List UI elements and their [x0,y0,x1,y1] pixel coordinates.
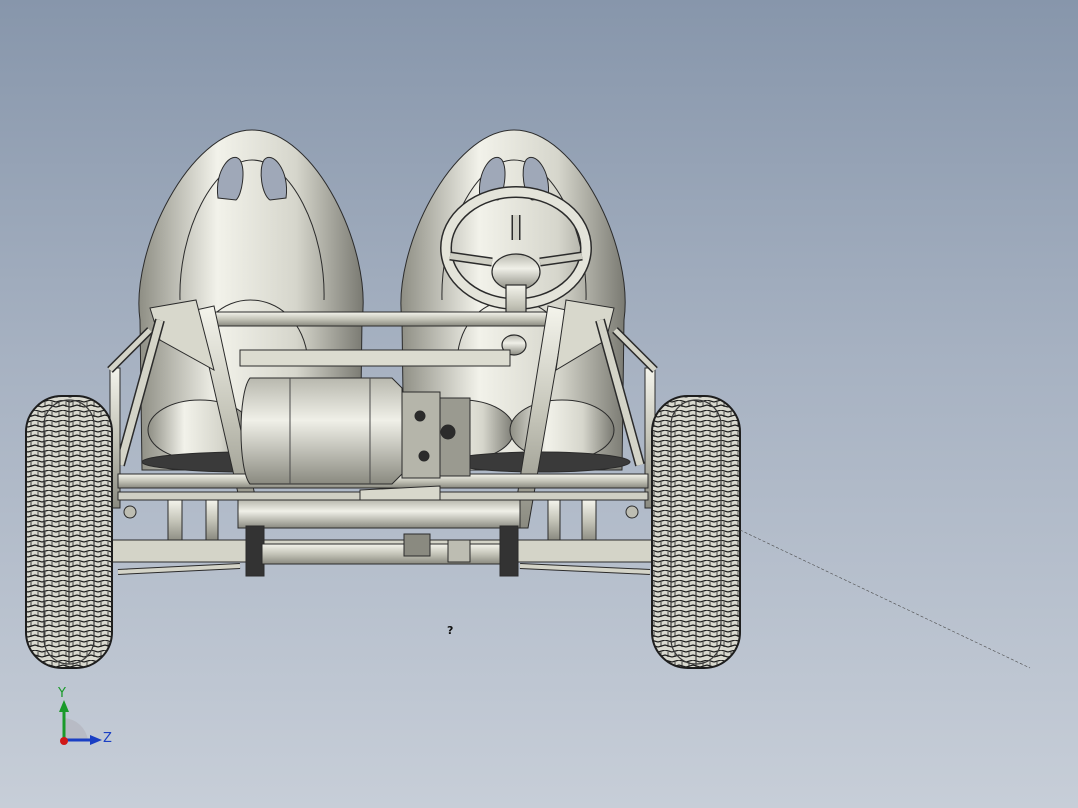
triad-z-label: Z [103,731,112,746]
left-wheel [25,395,113,669]
triad-y-label: Y [58,686,66,701]
construction-line [739,529,1031,669]
right-wheel [651,395,741,669]
question-cursor-icon: ? [447,624,453,637]
orientation-triad-icon[interactable] [40,682,130,762]
go-kart-model[interactable]: ? [0,0,1078,808]
svg-text:?: ? [447,624,453,637]
graphics-viewport[interactable]: ? Y Z [0,0,1078,808]
